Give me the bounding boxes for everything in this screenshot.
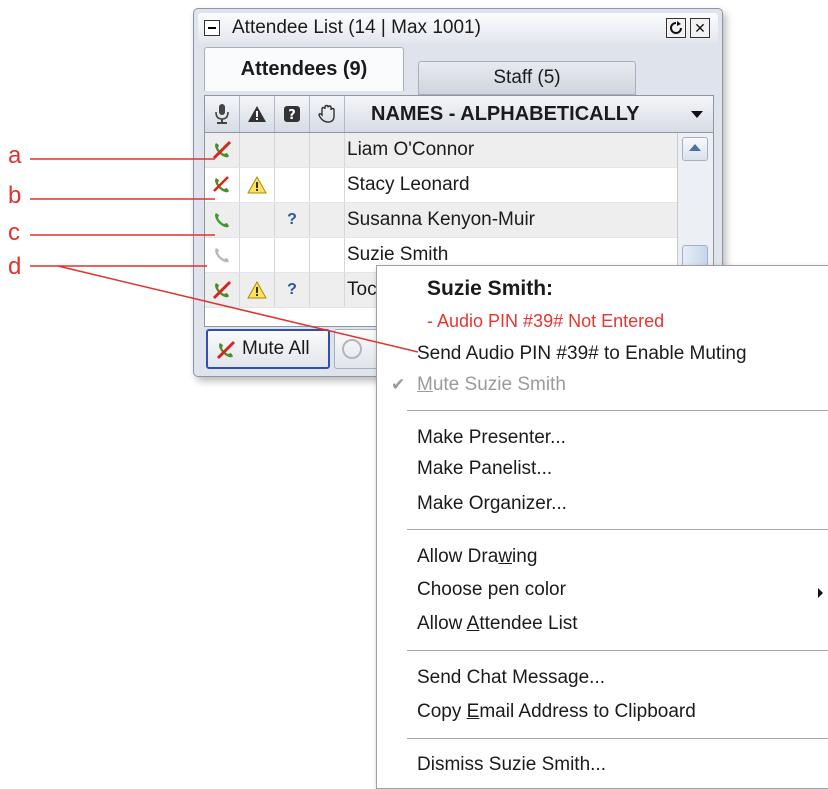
warning-cell — [240, 238, 275, 272]
label-rest: mail Address to Clipboard — [479, 701, 696, 722]
context-menu: Suzie Smith: - Audio PIN #39# Not Entere… — [376, 265, 828, 789]
mute-all-label: Mute All — [242, 338, 310, 359]
mnemonic: w — [498, 546, 513, 567]
sort-by-names-dropdown[interactable]: NAMES - ALPHABETICALLY — [345, 96, 713, 132]
restore-icon[interactable] — [666, 18, 686, 38]
phone-inactive-icon[interactable] — [205, 238, 240, 272]
unmute-icon — [342, 339, 362, 359]
menu-separator — [407, 650, 828, 651]
svg-text:?: ? — [288, 108, 296, 123]
tab-attendees[interactable]: Attendees (9) — [204, 47, 404, 91]
warning-cell — [240, 133, 275, 167]
menu-item-allow-drawing[interactable]: Allow Drawing — [417, 546, 537, 568]
menu-separator — [407, 410, 828, 411]
label-rest: ttendee List — [479, 613, 578, 634]
menu-separator — [407, 738, 828, 739]
menu-item-choose-pen-color[interactable]: Choose pen color — [417, 579, 566, 601]
hand-cell — [310, 203, 345, 237]
hand-cell — [310, 273, 345, 307]
menu-item-dismiss-user[interactable]: Dismiss Suzie Smith... — [417, 754, 606, 776]
warning-cell — [240, 203, 275, 237]
hand-cell — [310, 238, 345, 272]
question-icon: ? — [275, 273, 310, 307]
minimize-icon[interactable] — [204, 20, 220, 36]
label-pre: Allow — [417, 613, 467, 634]
tab-staff[interactable]: Staff (5) — [418, 61, 636, 95]
menu-heading: Suzie Smith: — [427, 277, 554, 300]
close-icon[interactable]: ✕ — [690, 18, 710, 38]
annotation-a: a — [8, 142, 22, 169]
attendee-name: Stacy Leonard — [347, 174, 470, 195]
label-rest: ing — [512, 546, 538, 567]
mnemonic: M — [417, 374, 433, 395]
chevron-down-icon — [691, 111, 703, 118]
table-row[interactable]: Stacy Leonard — [205, 168, 677, 203]
raised-hand-icon[interactable] — [310, 96, 345, 132]
scroll-up-icon[interactable] — [682, 137, 708, 161]
question-icon: ? — [275, 203, 310, 237]
muted-phone-icon[interactable] — [205, 168, 240, 202]
question-cell — [275, 133, 310, 167]
grid-header: ? NAMES - ALPHABETICALLY — [205, 96, 713, 133]
microphone-icon[interactable] — [205, 96, 240, 132]
attendee-name: Toc — [347, 279, 377, 300]
attendee-name: Susanna Kenyon-Muir — [347, 209, 535, 230]
menu-item-make-organizer[interactable]: Make Organizer... — [417, 493, 567, 515]
menu-item-make-presenter[interactable]: Make Presenter... — [417, 427, 566, 449]
menu-separator — [407, 529, 828, 530]
muted-phone-icon[interactable] — [205, 273, 240, 307]
mute-all-button[interactable]: Mute All — [206, 329, 330, 369]
label-pre: Allow Dra — [417, 546, 499, 567]
attendee-name: Liam O'Connor — [347, 139, 475, 160]
hand-cell — [310, 168, 345, 202]
muted-phone-icon — [216, 340, 236, 360]
window-titlebar: Attendee List (14 | Max 1001) ✕ — [198, 13, 718, 43]
mnemonic: A — [466, 613, 480, 634]
question-cell — [275, 238, 310, 272]
label-pre: Copy — [417, 701, 467, 722]
pin-warning-text: - Audio PIN #39# Not Entered — [427, 311, 665, 331]
menu-item-mute-user[interactable]: Mute Suzie Smith — [417, 374, 566, 396]
warning-icon — [240, 168, 275, 202]
menu-item-send-audio-pin[interactable]: Send Audio PIN #39# to Enable Muting — [417, 343, 747, 365]
table-row[interactable]: ? Susanna Kenyon-Muir — [205, 203, 677, 238]
window-title: Attendee List (14 | Max 1001) — [232, 17, 481, 38]
menu-item-allow-attendee-list[interactable]: Allow Attendee List — [417, 613, 578, 635]
annotation-b: b — [8, 182, 22, 209]
annotation-d: d — [8, 253, 22, 280]
menu-item-send-chat[interactable]: Send Chat Message... — [417, 667, 605, 689]
warning-icon[interactable] — [240, 96, 275, 132]
question-cell — [275, 168, 310, 202]
annotation-c: c — [8, 219, 20, 246]
submenu-arrow-icon — [818, 588, 823, 598]
phone-icon[interactable] — [205, 203, 240, 237]
warning-icon — [240, 273, 275, 307]
checkmark-icon: ✔ — [391, 375, 406, 394]
table-row[interactable]: Liam O'Connor — [205, 133, 677, 168]
mnemonic: E — [466, 701, 480, 722]
label-rest: ute Suzie Smith — [432, 374, 566, 395]
sort-label: NAMES - ALPHABETICALLY — [371, 103, 640, 125]
hand-cell — [310, 133, 345, 167]
question-icon[interactable]: ? — [275, 96, 310, 132]
muted-phone-icon[interactable] — [205, 133, 240, 167]
menu-item-make-panelist[interactable]: Make Panelist... — [417, 458, 552, 480]
menu-item-copy-email[interactable]: Copy Email Address to Clipboard — [417, 701, 696, 723]
